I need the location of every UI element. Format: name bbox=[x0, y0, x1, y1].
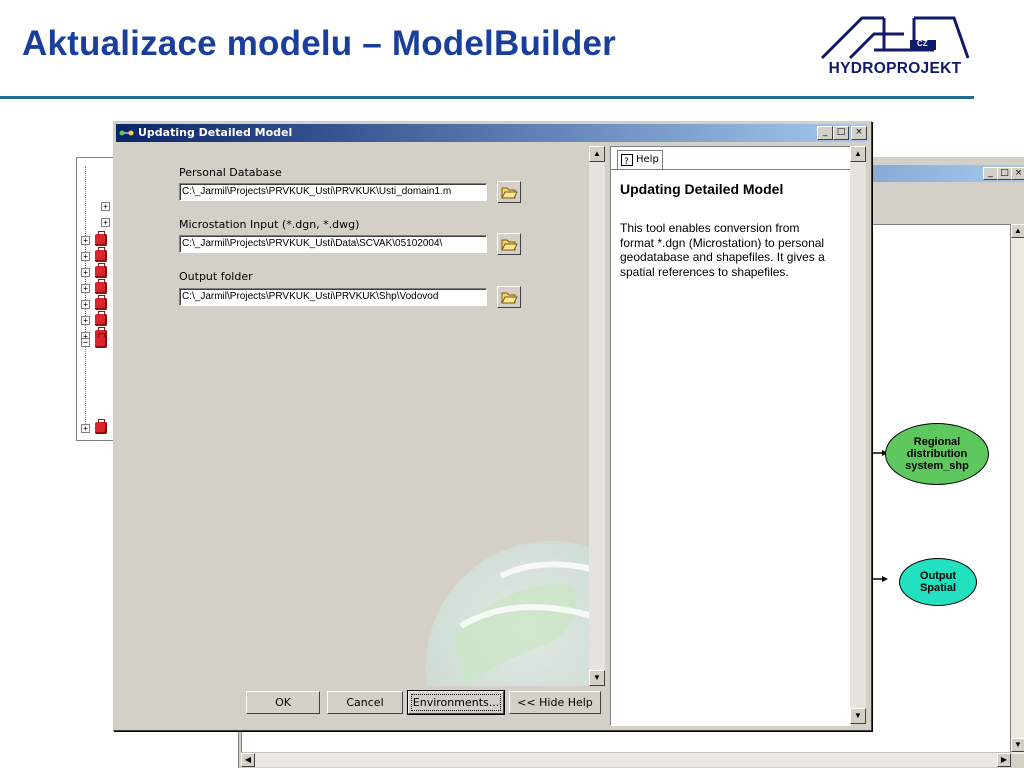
help-tab-divider bbox=[611, 169, 850, 170]
open-folder-icon bbox=[501, 239, 518, 251]
toolbox-icon bbox=[95, 295, 107, 310]
microstation-input-label: Microstation Input (*.dgn, *.dwg) bbox=[179, 218, 360, 231]
node-label: Regional distribution system_shp bbox=[905, 436, 969, 472]
dialog-titlebar[interactable]: Updating Detailed Model _ □ × bbox=[116, 124, 867, 142]
tree-expand-icon[interactable]: + bbox=[81, 268, 90, 277]
scroll-down-button[interactable]: ▼ bbox=[1011, 738, 1024, 752]
scroll-up-button[interactable]: ▲ bbox=[850, 146, 866, 162]
help-panel: ? Help Updating Detailed Model This tool… bbox=[610, 146, 851, 726]
help-icon: ? bbox=[621, 154, 633, 166]
tree-expand-icon[interactable]: + bbox=[101, 202, 110, 211]
updating-detailed-model-dialog: Updating Detailed Model _ □ × Personal D… bbox=[113, 121, 872, 731]
scroll-right-button[interactable]: ▶ bbox=[997, 753, 1011, 767]
browse-personal-database-button[interactable] bbox=[497, 181, 521, 203]
open-folder-icon bbox=[501, 187, 518, 199]
personal-database-input[interactable]: C:\_Jarmil\Projects\PRVKUK_Usti\PRVKUK\U… bbox=[179, 183, 487, 201]
toolbox-icon bbox=[95, 247, 107, 262]
toolbox-icon bbox=[95, 231, 107, 246]
hide-help-button[interactable]: << Hide Help bbox=[509, 691, 601, 714]
cancel-button[interactable]: Cancel bbox=[327, 691, 403, 714]
globe-watermark-icon bbox=[426, 541, 591, 686]
scroll-down-button[interactable]: ▼ bbox=[850, 708, 866, 724]
open-folder-icon bbox=[501, 292, 518, 304]
tree-expand-icon[interactable]: + bbox=[81, 300, 90, 309]
parameters-panel: Personal Database C:\_Jarmil\Projects\PR… bbox=[116, 146, 607, 686]
tree-expand-icon[interactable]: + bbox=[81, 316, 90, 325]
scroll-down-button[interactable]: ▼ bbox=[589, 670, 605, 686]
dialog-title: Updating Detailed Model bbox=[138, 126, 293, 139]
node-label: Output Spatial bbox=[919, 570, 957, 594]
help-description: This tool enables conversion from format… bbox=[620, 221, 825, 279]
model-node-output-spatial[interactable]: Output Spatial bbox=[899, 558, 977, 606]
tree-collapse-icon[interactable]: − bbox=[81, 338, 90, 347]
maximize-button[interactable]: □ bbox=[997, 167, 1012, 180]
minimize-button[interactable]: _ bbox=[983, 167, 998, 180]
toolbox-icon bbox=[95, 263, 107, 278]
help-title: Updating Detailed Model bbox=[620, 181, 784, 197]
close-button[interactable]: × bbox=[1011, 167, 1024, 180]
microstation-input-field[interactable]: C:\_Jarmil\Projects\PRVKUK_Usti\Data\SCV… bbox=[179, 235, 487, 253]
personal-database-label: Personal Database bbox=[179, 166, 282, 179]
maximize-button[interactable]: □ bbox=[833, 126, 849, 140]
canvas-horizontal-scrollbar[interactable]: ◀ ▶ bbox=[241, 752, 1011, 767]
environments-button[interactable]: Environments... bbox=[408, 691, 504, 714]
toolbox-icon bbox=[95, 311, 107, 326]
tree-guide-line bbox=[85, 166, 87, 426]
tree-expand-icon[interactable]: + bbox=[81, 252, 90, 261]
slide-title: Aktualizace modelu – ModelBuilder bbox=[22, 24, 616, 63]
tree-expand-icon[interactable]: + bbox=[81, 424, 90, 433]
parameters-vertical-scrollbar[interactable]: ▲ ▼ bbox=[589, 146, 605, 686]
tree-expand-icon[interactable]: + bbox=[101, 218, 110, 227]
tree-expand-icon[interactable]: + bbox=[81, 284, 90, 293]
logo-badge: CZ bbox=[917, 39, 928, 48]
scroll-up-button[interactable]: ▲ bbox=[589, 146, 605, 162]
toolbox-icon bbox=[95, 419, 107, 434]
ok-button[interactable]: OK bbox=[246, 691, 320, 714]
hydroprojekt-logo: CZ HYDROPROJEKT bbox=[814, 10, 976, 82]
toolbox-icon bbox=[95, 333, 107, 348]
minimize-button[interactable]: _ bbox=[817, 126, 833, 140]
output-folder-input[interactable]: C:\_Jarmil\Projects\PRVKUK_Usti\PRVKUK\S… bbox=[179, 288, 487, 306]
close-button[interactable]: × bbox=[851, 126, 867, 140]
browse-output-folder-button[interactable] bbox=[497, 286, 521, 308]
model-node-regional-distribution[interactable]: Regional distribution system_shp bbox=[885, 423, 989, 485]
logo-graphic bbox=[820, 16, 970, 60]
scroll-up-button[interactable]: ▲ bbox=[1011, 224, 1024, 238]
toolbox-icon bbox=[95, 279, 107, 294]
scroll-left-button[interactable]: ◀ bbox=[241, 753, 255, 767]
svg-text:?: ? bbox=[624, 157, 629, 166]
browse-microstation-input-button[interactable] bbox=[497, 233, 521, 255]
help-tab-label: Help bbox=[636, 154, 659, 165]
logo-text: HYDROPROJEKT bbox=[828, 60, 962, 77]
canvas-vertical-scrollbar[interactable]: ▲ ▼ bbox=[1011, 224, 1024, 754]
help-vertical-scrollbar[interactable]: ▲ ▼ bbox=[850, 146, 866, 724]
model-icon bbox=[119, 130, 134, 136]
title-divider bbox=[0, 96, 974, 99]
output-folder-label: Output folder bbox=[179, 270, 253, 283]
tab-help[interactable]: ? Help bbox=[617, 150, 663, 169]
tree-expand-icon[interactable]: + bbox=[81, 236, 90, 245]
